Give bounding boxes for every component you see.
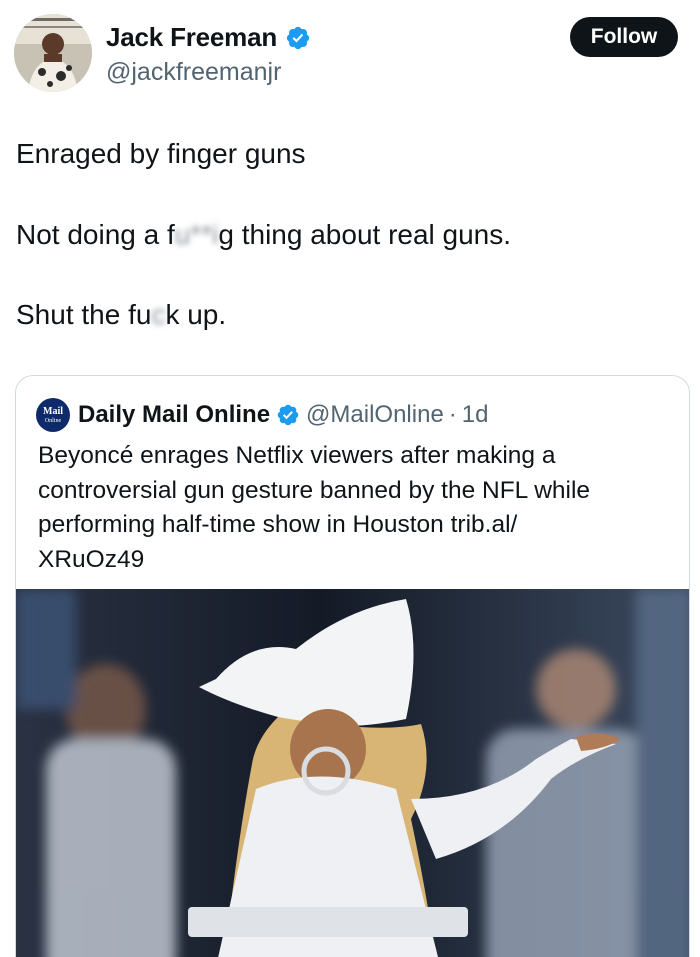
tweet-text-line-3: Shut the fuck up. [16, 299, 226, 331]
quoted-text-line[interactable]: XRuOz49 [38, 543, 668, 578]
avatar[interactable] [14, 14, 92, 92]
quoted-tweet[interactable]: Mail Online Daily Mail Online @MailOnlin… [15, 375, 690, 957]
quoted-text-line[interactable]: performing half-time show in Houston tri… [38, 508, 668, 543]
tweet-text: Shut the fu [16, 299, 152, 330]
tweet-text: k up. [165, 299, 227, 330]
quoted-tweet-text: Beyoncé enrages Netflix viewers after ma… [38, 439, 668, 577]
quoted-text-line: controversial gun gesture banned by the … [38, 476, 591, 504]
author-name[interactable]: Jack Freeman [106, 22, 277, 53]
logo-text: Online [44, 417, 62, 424]
mail-online-avatar[interactable]: Mail Online [36, 398, 70, 432]
separator-dot: · [448, 401, 457, 428]
performer-photo [16, 589, 689, 957]
verified-badge-icon [286, 26, 310, 49]
censored-text: c [151, 299, 166, 330]
quoted-tweet-header: Mail Online Daily Mail Online @MailOnlin… [36, 398, 489, 432]
quoted-text-line: Beyoncé enrages Netflix viewers after ma… [38, 442, 556, 469]
tweet-text: Not doing a f [16, 219, 175, 250]
tweet-text: g thing about real guns. [218, 219, 512, 250]
quoted-author-handle[interactable]: @MailOnline [306, 401, 444, 429]
tweet-text: Enraged by finger guns [16, 138, 306, 169]
author-handle[interactable]: @jackfreemanjr [106, 58, 281, 87]
tweet-header: Jack Freeman @jackfreemanjr Follow [0, 0, 700, 110]
author-row: Jack Freeman [106, 22, 311, 53]
tweet-text-line-2: Not doing a fu**ig thing about real guns… [16, 219, 511, 251]
logo-text: Mail [43, 405, 63, 417]
quoted-timestamp[interactable]: 1d [462, 401, 489, 429]
follow-button[interactable]: Follow [570, 17, 678, 57]
censored-text: u**i [174, 219, 219, 250]
avatar-photo [14, 14, 92, 92]
tweet-text-line-1: Enraged by finger guns [16, 138, 306, 170]
verified-badge-icon [277, 404, 299, 426]
quoted-tweet-photo[interactable] [16, 589, 689, 957]
quoted-author-name[interactable]: Daily Mail Online [78, 401, 270, 429]
